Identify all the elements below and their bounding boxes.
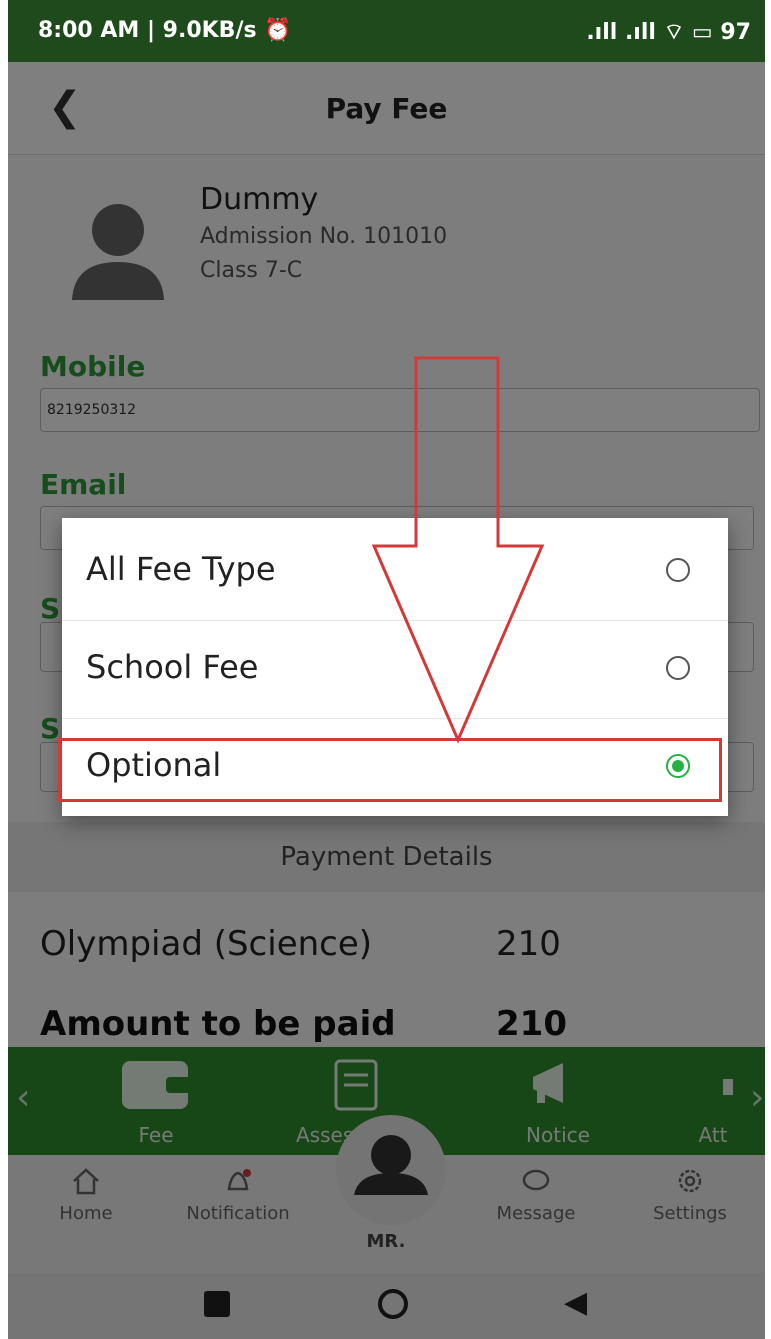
status-indicators: .ıll .ıll ⌔ ▭ 97 bbox=[586, 20, 751, 45]
option-label: All Fee Type bbox=[86, 550, 276, 588]
status-bar: 8:00 AM | 9.0KB/s ⏰ .ıll .ıll ⌔ ▭ 97 bbox=[8, 0, 765, 62]
annotation-highlight-box bbox=[58, 738, 722, 802]
status-time: 8:00 AM | 9.0KB/s ⏰ bbox=[38, 18, 292, 43]
annotation-arrow-icon bbox=[371, 356, 545, 744]
option-label: School Fee bbox=[86, 648, 259, 686]
radio-unselected-icon[interactable] bbox=[666, 558, 690, 582]
radio-unselected-icon[interactable] bbox=[666, 656, 690, 680]
